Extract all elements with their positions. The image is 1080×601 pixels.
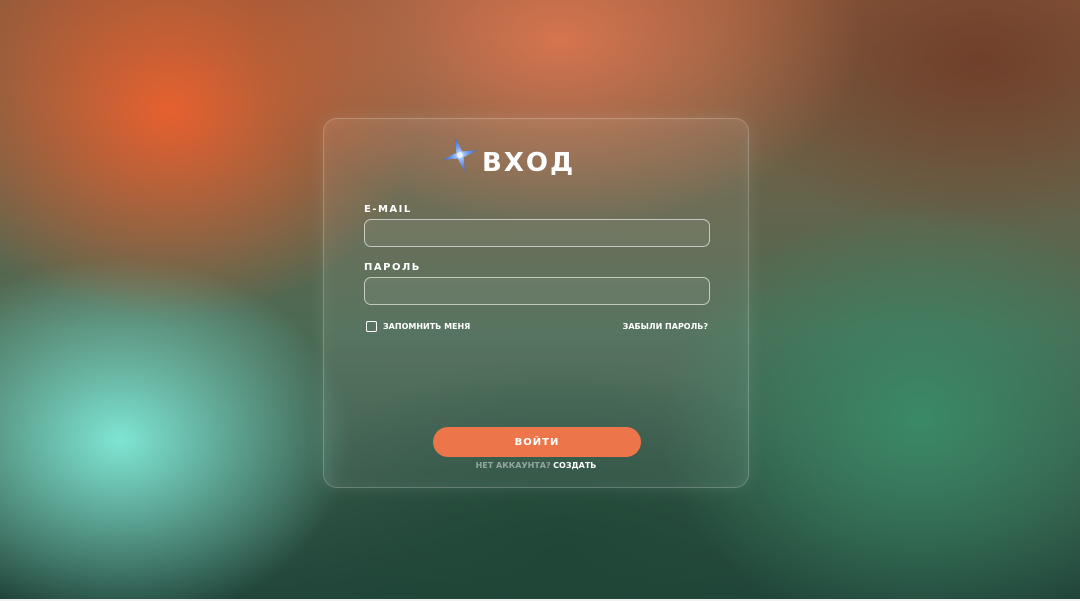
login-card: ВХОД E-MAIL ПАРОЛЬ ЗАПОМНИТЬ МЕНЯ ЗАБЫЛИ…	[323, 118, 749, 488]
remember-me-toggle[interactable]: ЗАПОМНИТЬ МЕНЯ	[366, 321, 470, 332]
remember-me-label: ЗАПОМНИТЬ МЕНЯ	[383, 321, 471, 331]
password-field[interactable]	[364, 277, 710, 305]
signup-row: НЕТ АККАУНТА? СОЗДАТЬ	[324, 462, 748, 470]
password-label: ПАРОЛЬ	[364, 262, 421, 273]
signup-prompt: НЕТ АККАУНТА?	[475, 461, 551, 470]
login-button[interactable]: ВОЙТИ	[433, 427, 641, 457]
email-field[interactable]	[364, 219, 710, 247]
page-title: ВХОД	[482, 148, 576, 178]
email-label: E-MAIL	[364, 204, 412, 215]
checkbox-unchecked-icon[interactable]	[366, 321, 377, 332]
forgot-password-link[interactable]: ЗАБЫЛИ ПАРОЛЬ?	[623, 323, 708, 331]
four-point-star-icon	[442, 137, 478, 173]
create-account-link[interactable]: СОЗДАТЬ	[553, 461, 596, 470]
